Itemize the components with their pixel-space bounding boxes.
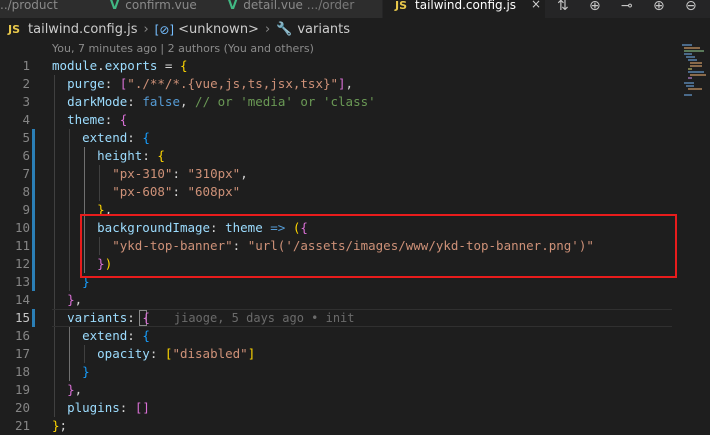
line-number: 11 (14, 238, 30, 253)
tab-label: ../product (0, 0, 58, 12)
breadcrumb: JS tailwind.config.js › [⊘] <unknown> › 🔧 varia… (0, 18, 710, 42)
js-file-icon: JS (395, 0, 408, 12)
line-code: theme: { (67, 112, 128, 127)
line-code: plugins: [] (67, 400, 150, 415)
line-code: purge: ["./**/*.{vue,js,ts,jsx,tsx}"], (67, 76, 354, 91)
highlight-box (80, 214, 677, 278)
close-icon[interactable]: × (531, 0, 541, 10)
line-number: 3 (22, 94, 30, 109)
line-number: 10 (14, 220, 30, 235)
line-number: 9 (22, 202, 30, 217)
line-code: extend: { (82, 328, 150, 343)
wrench-icon: 🔧 (276, 22, 293, 37)
line-code: height: { (97, 148, 165, 163)
code-line[interactable]: 17 opacity: ["disabled"] (0, 345, 680, 363)
line-number: 16 (14, 328, 30, 343)
code-line[interactable]: 18 } (0, 363, 680, 381)
inline-blame: jiaoge, 5 days ago • init (173, 311, 355, 325)
git-next-icon[interactable]: ⊕ (653, 0, 665, 14)
editor-actions: ⇅ ⊕ ⊸ ⊕ ⊖ (545, 0, 710, 18)
line-code: variants: {jiaoge, 5 days ago • init (67, 310, 355, 325)
tab-bar: ../product Vconfirm.vue Vdetail.vue .../… (0, 0, 710, 18)
line-number: 14 (14, 292, 30, 307)
line-code: module.exports = { (52, 58, 188, 73)
tab-label: tailwind.config.js (415, 0, 517, 12)
breadcrumb-symbol[interactable]: <unknown> (178, 22, 259, 37)
line-number: 12 (14, 256, 30, 271)
line-number: 18 (14, 364, 30, 379)
git-blame-header[interactable]: You, 7 minutes ago | 2 authors (You and … (52, 42, 314, 56)
line-number: 5 (22, 130, 30, 145)
code-line[interactable]: 6 height: { (0, 147, 680, 165)
line-number: 8 (22, 184, 30, 199)
tab-dir: .../order (306, 0, 355, 12)
code-line[interactable]: 14 }, (0, 291, 680, 309)
breadcrumb-file[interactable]: tailwind.config.js (28, 22, 137, 37)
line-number: 1 (22, 58, 30, 73)
code-line[interactable]: 16 extend: { (0, 327, 680, 345)
code-line[interactable]: 20 plugins: [] (0, 399, 680, 417)
breadcrumb-separator-icon: › (264, 22, 271, 37)
breadcrumb-member[interactable]: variants (297, 22, 350, 37)
line-code: opacity: ["disabled"] (97, 346, 256, 361)
code-line[interactable]: 5 extend: { (0, 129, 680, 147)
tab-label: confirm.vue (125, 0, 197, 12)
tab-product[interactable]: ../product (0, 0, 97, 18)
tab-confirm-vue[interactable]: Vconfirm.vue (96, 0, 219, 18)
line-code: extend: { (82, 130, 150, 145)
line-number: 6 (22, 148, 30, 163)
code-line[interactable]: 1 module.exports = { (0, 57, 680, 75)
scrollbar[interactable] (706, 42, 710, 435)
line-code: "px-608": "608px" (112, 184, 241, 199)
compare-changes-icon[interactable]: ⇅ (557, 0, 569, 14)
code-line[interactable]: 21}; (0, 417, 680, 435)
line-code: } (82, 364, 90, 379)
tab-detail-vue[interactable]: Vdetail.vue .../order (218, 0, 383, 18)
js-file-icon: JS (8, 23, 21, 36)
open-changes-icon[interactable]: ⊖ (685, 0, 697, 14)
line-number: 17 (14, 346, 30, 361)
git-previous-icon[interactable]: ⊕ (589, 0, 601, 14)
line-number: 15 (14, 310, 30, 325)
line-code: }, (67, 382, 83, 397)
breadcrumb-separator-icon: › (143, 22, 149, 37)
tab-label: detail.vue (243, 0, 303, 12)
line-number: 7 (22, 166, 30, 181)
code-line[interactable]: 2 purge: ["./**/*.{vue,js,ts,jsx,tsx}"], (0, 75, 680, 93)
vue-file-icon: V (110, 0, 120, 12)
line-number: 13 (14, 274, 30, 289)
tab-tailwind-config[interactable]: JS tailwind.config.js × (383, 0, 546, 18)
code-line[interactable]: 15 variants: {jiaoge, 5 days ago • init (0, 309, 680, 327)
line-number: 4 (22, 112, 30, 127)
code-line[interactable]: 19 }, (0, 381, 680, 399)
git-commit-icon[interactable]: ⊸ (621, 0, 633, 14)
variable-symbol-icon: [⊘] (154, 23, 175, 37)
line-number: 21 (14, 418, 30, 433)
line-number: 20 (14, 400, 30, 415)
line-code: darkMode: false, // or 'media' or 'class… (67, 94, 376, 109)
line-code: }; (52, 418, 68, 433)
code-line[interactable]: 8 "px-608": "608px" (0, 183, 680, 201)
line-code: }, (67, 292, 83, 307)
line-number: 19 (14, 382, 30, 397)
line-code: "px-310": "310px", (112, 166, 248, 181)
code-line[interactable]: 7 "px-310": "310px", (0, 165, 680, 183)
vue-file-icon: V (228, 0, 238, 12)
code-line[interactable]: 4 theme: { (0, 111, 680, 129)
line-number: 2 (22, 76, 30, 91)
code-line[interactable]: 3 darkMode: false, // or 'media' or 'cla… (0, 93, 680, 111)
